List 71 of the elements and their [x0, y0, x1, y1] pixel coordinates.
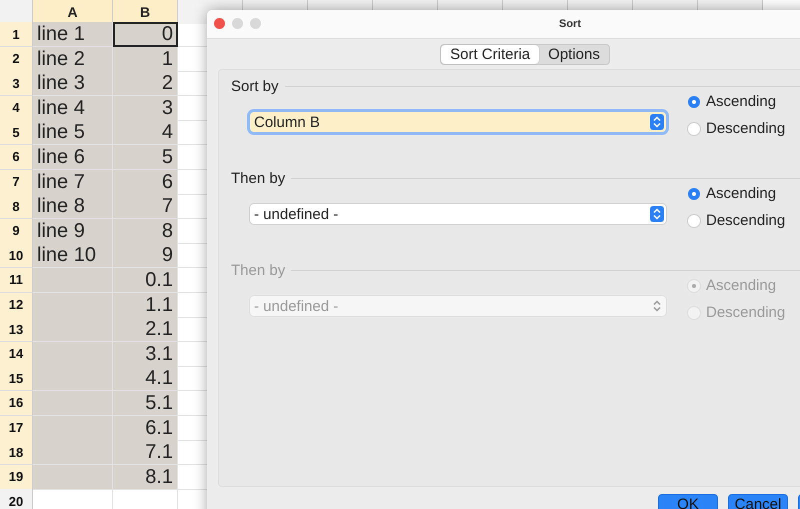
- table-cell: 4.1: [113, 366, 178, 392]
- table-cell: 0.1: [113, 268, 178, 293]
- dropdown[interactable]: Column B: [250, 112, 666, 132]
- table-cell: 2.1: [113, 317, 178, 342]
- table-cell: line 1: [33, 22, 113, 47]
- row-header[interactable]: 8: [0, 194, 33, 220]
- table-cell: line 9: [33, 218, 113, 244]
- tab[interactable]: Sort Criteria: [441, 45, 540, 64]
- radio-option[interactable]: Descending: [688, 120, 786, 137]
- row-header[interactable]: 9: [0, 218, 33, 244]
- row-header[interactable]: 11: [0, 268, 33, 293]
- table-cell: 7: [113, 194, 178, 220]
- table-cell: 0: [113, 22, 178, 47]
- table-cell: 9: [113, 243, 178, 268]
- table-cell: 1: [113, 46, 178, 72]
- table-cell: line 4: [33, 96, 113, 121]
- row-header[interactable]: 20: [0, 489, 33, 509]
- table-cell: 1.1: [113, 292, 178, 318]
- stepper-icon: [650, 206, 664, 222]
- close-icon[interactable]: [214, 18, 225, 29]
- radio-option[interactable]: Descending: [688, 212, 786, 229]
- table-cell: line 2: [33, 46, 113, 72]
- table-cell: 3: [113, 96, 178, 121]
- table-cell: 5: [113, 144, 178, 170]
- table-cell: 4: [113, 120, 178, 146]
- row-header[interactable]: 13: [0, 317, 33, 342]
- row-header[interactable]: 4: [0, 96, 33, 121]
- table-cell: 5.1: [113, 390, 178, 416]
- row-header[interactable]: 3: [0, 71, 33, 96]
- stepper-icon: [650, 114, 664, 130]
- table-cell: line 7: [33, 170, 113, 195]
- row-header[interactable]: 14: [0, 342, 33, 367]
- window-title: Sort: [559, 18, 581, 30]
- table-cell: line 6: [33, 144, 113, 170]
- section-label: Sort by: [231, 78, 279, 94]
- radio-option[interactable]: Ascending: [688, 93, 786, 110]
- table-cell: line 5: [33, 120, 113, 146]
- table-cell: 6: [113, 170, 178, 195]
- row-header[interactable]: 19: [0, 464, 33, 490]
- row-header[interactable]: 1: [0, 22, 33, 47]
- row-header[interactable]: 15: [0, 366, 33, 392]
- row-header[interactable]: 16: [0, 390, 33, 416]
- table-cell: 8: [113, 218, 178, 244]
- select-all-button[interactable]: [0, 0, 33, 24]
- table-cell: 3.1: [113, 342, 178, 367]
- table-cell: 8.1: [113, 464, 178, 490]
- table-cell: line 10: [33, 243, 113, 268]
- row-header[interactable]: 6: [0, 144, 33, 170]
- row-header[interactable]: 17: [0, 416, 33, 440]
- table-cell: 2: [113, 71, 178, 96]
- row-header[interactable]: 10: [0, 243, 33, 268]
- column-header[interactable]: A: [33, 0, 113, 24]
- row-header[interactable]: 7: [0, 170, 33, 195]
- row-header[interactable]: 5: [0, 120, 33, 146]
- table-cell: line 3: [33, 71, 113, 96]
- radio-option[interactable]: Ascending: [688, 185, 786, 202]
- row-header[interactable]: 12: [0, 292, 33, 318]
- table-cell: 6.1: [113, 416, 178, 440]
- dialog-button[interactable]: Cancel: [728, 494, 788, 509]
- row-header[interactable]: 18: [0, 440, 33, 466]
- dropdown[interactable]: - undefined -: [250, 204, 666, 224]
- section-label: Then by: [231, 262, 286, 278]
- table-cell: line 8: [33, 194, 113, 220]
- column-header[interactable]: B: [113, 0, 178, 24]
- section-label: Then by: [231, 170, 286, 186]
- tab[interactable]: Options: [539, 45, 609, 64]
- minimize-icon[interactable]: [232, 18, 243, 29]
- row-header[interactable]: 2: [0, 46, 33, 72]
- zoom-icon[interactable]: [250, 18, 261, 29]
- table-cell: 7.1: [113, 440, 178, 466]
- dialog-button[interactable]: OK: [658, 494, 718, 509]
